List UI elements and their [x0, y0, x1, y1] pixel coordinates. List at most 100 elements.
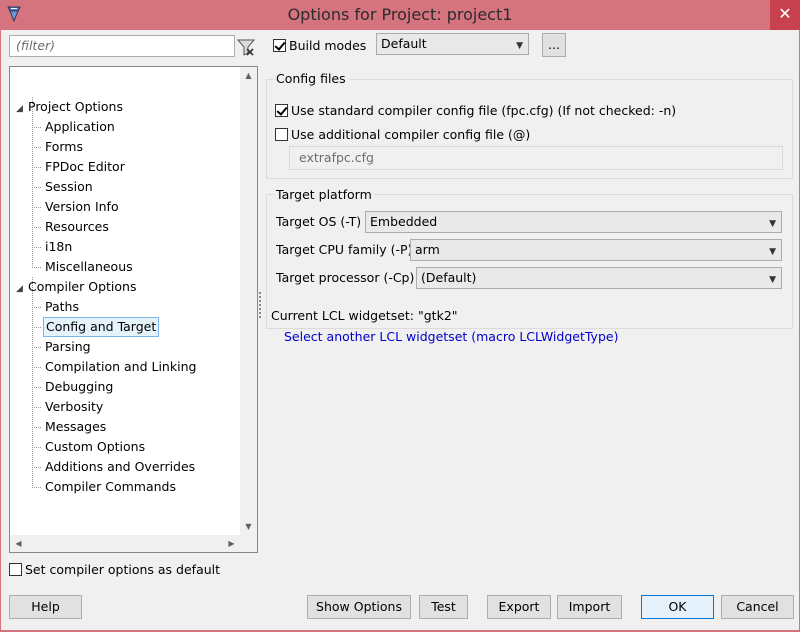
clear-filter-icon[interactable]: [237, 38, 255, 56]
close-window-button[interactable]: ✕: [770, 0, 800, 30]
tree-item-miscellaneous[interactable]: Miscellaneous: [43, 257, 135, 277]
tree-item-parsing[interactable]: Parsing: [43, 337, 93, 357]
tree-connector: [32, 227, 41, 228]
tree-item-forms[interactable]: Forms: [43, 137, 85, 157]
tree-connector: [32, 367, 41, 368]
tree-guide-line: [32, 97, 33, 268]
target-os-value: Embedded: [370, 214, 438, 229]
tree-item-verbosity[interactable]: Verbosity: [43, 397, 105, 417]
tree-item-version-info[interactable]: Version Info: [43, 197, 121, 217]
tree-connector: [32, 447, 41, 448]
scroll-up-icon[interactable]: ▲: [240, 67, 257, 84]
build-mode-value: Default: [381, 36, 427, 51]
chevron-down-icon: ▼: [769, 275, 776, 285]
build-modes-ellipsis-button[interactable]: ...: [542, 33, 566, 57]
tree-group-project-options[interactable]: ◢ Project Options: [16, 97, 123, 117]
tree-connector: [32, 307, 41, 308]
import-button[interactable]: Import: [557, 595, 622, 619]
chevron-down-icon: ▼: [516, 41, 523, 51]
target-os-label: Target OS (-T): [276, 214, 362, 229]
splitter-handle[interactable]: [259, 292, 261, 318]
tree-item-i18n[interactable]: i18n: [43, 237, 74, 257]
tree-vertical-scrollbar[interactable]: ▲ ▼: [240, 67, 257, 535]
tree-item-session[interactable]: Session: [43, 177, 95, 197]
tree-connector: [32, 487, 41, 488]
target-cpu-combo[interactable]: arm ▼: [410, 239, 782, 261]
tree-connector: [32, 327, 41, 328]
checkbox-unchecked-icon[interactable]: [9, 563, 22, 576]
use-standard-config-label: Use standard compiler config file (fpc.c…: [291, 103, 677, 118]
chevron-down-icon: ▼: [769, 219, 776, 229]
test-button[interactable]: Test: [419, 595, 468, 619]
tree-list: ◢ Project Options Application Forms FPDoc…: [10, 67, 240, 535]
tree-connector: [32, 267, 41, 268]
tree-connector: [32, 187, 41, 188]
cancel-button[interactable]: Cancel: [721, 595, 794, 619]
tree-connector: [32, 147, 41, 148]
tree-guide-line: [32, 277, 33, 488]
chevron-down-icon: ▼: [769, 247, 776, 257]
use-additional-config-checkbox[interactable]: Use additional compiler config file (@): [275, 127, 530, 143]
target-processor-combo[interactable]: (Default) ▼: [416, 267, 782, 289]
target-processor-value: (Default): [421, 270, 477, 285]
checkbox-unchecked-icon[interactable]: [275, 128, 288, 141]
tree-item-compiler-commands[interactable]: Compiler Commands: [43, 477, 178, 497]
help-button[interactable]: Help: [9, 595, 82, 619]
tree-connector: [32, 467, 41, 468]
tree-connector: [32, 127, 41, 128]
tree-item-compilation-and-linking[interactable]: Compilation and Linking: [43, 357, 198, 377]
scroll-right-icon[interactable]: ▶: [223, 535, 240, 552]
scroll-down-icon[interactable]: ▼: [240, 518, 257, 535]
collapse-triangle-icon[interactable]: ◢: [16, 279, 28, 299]
current-lcl-widgetset-label: Current LCL widgetset: "gtk2": [271, 308, 458, 323]
tree-item-fpdoc-editor[interactable]: FPDoc Editor: [43, 157, 127, 177]
target-processor-label: Target processor (-Cp): [276, 270, 415, 285]
target-os-combo[interactable]: Embedded ▼: [365, 211, 782, 233]
tree-group-label: Project Options: [28, 99, 123, 114]
target-cpu-value: arm: [415, 242, 440, 257]
dialog-client: (filter) ◢ Project Options Application Fo…: [1, 30, 799, 630]
tree-item-custom-options[interactable]: Custom Options: [43, 437, 147, 457]
checkbox-checked-icon[interactable]: [275, 104, 288, 117]
use-standard-config-checkbox[interactable]: Use standard compiler config file (fpc.c…: [275, 103, 676, 119]
filter-input[interactable]: (filter): [9, 35, 235, 57]
tree-connector: [32, 247, 41, 248]
collapse-triangle-icon[interactable]: ◢: [16, 99, 28, 119]
options-window: Options for Project: project1 ✕ (filter)…: [0, 0, 800, 632]
window-title: Options for Project: project1: [287, 5, 513, 24]
options-tree[interactable]: ◢ Project Options Application Forms FPDoc…: [9, 66, 258, 553]
tree-group-compiler-options[interactable]: ◢ Compiler Options: [16, 277, 136, 297]
scroll-left-icon[interactable]: ◀: [10, 535, 27, 552]
title-bar[interactable]: Options for Project: project1 ✕: [0, 0, 800, 30]
tree-item-messages[interactable]: Messages: [43, 417, 108, 437]
scrollbar-corner: [240, 535, 257, 552]
show-options-button[interactable]: Show Options: [307, 595, 411, 619]
tree-connector: [32, 387, 41, 388]
tree-item-config-and-target[interactable]: Config and Target: [43, 317, 160, 337]
set-default-checkbox[interactable]: Set compiler options as default: [9, 562, 220, 578]
build-mode-combo[interactable]: Default ▼: [376, 33, 529, 55]
build-modes-label: Build modes: [289, 38, 367, 53]
tree-item-resources[interactable]: Resources: [43, 217, 111, 237]
tree-item-paths[interactable]: Paths: [43, 297, 81, 317]
tree-connector: [32, 427, 41, 428]
tree-connector: [32, 207, 41, 208]
ok-button[interactable]: OK: [641, 595, 714, 619]
use-additional-config-label: Use additional compiler config file (@): [291, 127, 531, 142]
tree-horizontal-scrollbar[interactable]: ◀ ▶: [10, 535, 240, 552]
tree-group-label: Compiler Options: [28, 279, 137, 294]
tree-connector: [32, 167, 41, 168]
select-lcl-widgetset-link[interactable]: Select another LCL widgetset (macro LCLW…: [284, 329, 618, 344]
tree-item-additions-and-overrides[interactable]: Additions and Overrides: [43, 457, 197, 477]
build-modes-checkbox[interactable]: Build modes: [273, 38, 366, 54]
target-cpu-label: Target CPU family (-P): [276, 242, 413, 257]
set-default-label: Set compiler options as default: [25, 562, 221, 577]
tree-item-debugging[interactable]: Debugging: [43, 377, 115, 397]
tree-item-application[interactable]: Application: [43, 117, 117, 137]
export-button[interactable]: Export: [487, 595, 551, 619]
tree-connector: [32, 407, 41, 408]
target-platform-title: Target platform: [273, 187, 375, 202]
checkbox-checked-icon[interactable]: [273, 39, 286, 52]
config-files-title: Config files: [273, 71, 349, 86]
additional-config-file-input[interactable]: extrafpc.cfg: [289, 146, 783, 170]
